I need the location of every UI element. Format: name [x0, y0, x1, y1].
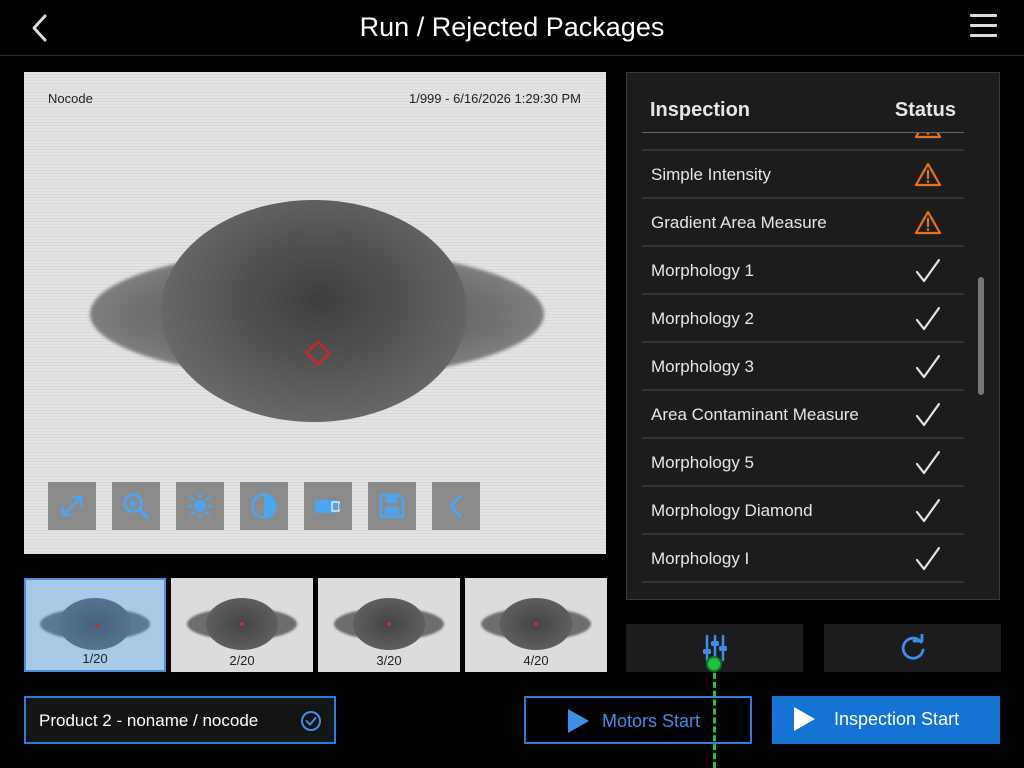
play-icon [794, 707, 815, 731]
inspection-row[interactable]: Morphology Diamond [642, 487, 964, 535]
collapse-icon [449, 494, 462, 518]
inspection-name: Morphology 3 [651, 357, 755, 376]
thumbnail-label: 4/20 [523, 653, 549, 668]
warning-icon [914, 209, 942, 237]
brightness-icon [186, 492, 214, 520]
frame-info-label: 1/999 - 6/16/2026 1:29:30 PM [408, 91, 581, 106]
checkmark-icon [914, 401, 942, 429]
checkmark-icon [914, 305, 942, 333]
thumbnail-2[interactable]: 2/20 [171, 578, 313, 672]
defect-marker [95, 624, 99, 628]
inspection-row[interactable]: Morphology 1 [642, 247, 964, 295]
inspection-column-header: Inspection [650, 99, 751, 121]
pointer-indicator [706, 656, 722, 672]
zoom-in-button[interactable] [112, 482, 160, 530]
inspection-row[interactable]: Gradient [642, 133, 964, 151]
inspection-row[interactable]: Simple Intensity [642, 151, 964, 199]
inspection-start-button[interactable]: Inspection Start [772, 696, 1000, 744]
hamburger-menu-icon [970, 14, 997, 17]
save-icon [379, 493, 405, 519]
inspection-list-content: Gradient Simple Intensity Gradient Area Me… [642, 133, 964, 583]
play-icon [568, 709, 589, 733]
viewer-toolbar [48, 482, 480, 530]
motors-start-button[interactable]: Motors Start [524, 696, 752, 744]
status-column-header: Status [894, 99, 956, 121]
inspection-name: Morphology 2 [651, 309, 755, 328]
thumbnail-3[interactable]: 3/20 [318, 578, 460, 672]
thumbnail-1[interactable]: 1/20 [24, 578, 166, 672]
menu-line [970, 24, 997, 27]
warning-icon [914, 133, 942, 141]
collapse-button[interactable] [432, 482, 480, 530]
thumbnail-4[interactable]: 4/20 [465, 578, 607, 672]
inspection-name: Morphology 5 [651, 453, 755, 472]
check-circle-icon [301, 711, 321, 731]
battery-button[interactable] [304, 482, 352, 530]
page-title: Run / Rejected Packages [359, 12, 665, 42]
menu-line [970, 34, 997, 37]
thumbnail-strip: 1/20 2/20 3/20 4/20 [24, 578, 607, 672]
thumbnail-label: 1/20 [82, 651, 108, 666]
inspection-name: Morphology Diamond [651, 501, 813, 520]
checkmark-icon [914, 257, 942, 285]
checkmark-icon [914, 353, 942, 381]
save-button[interactable] [368, 482, 416, 530]
checkmark-icon [914, 497, 942, 525]
checkmark-icon [914, 545, 942, 573]
expand-icon [61, 495, 83, 517]
inspection-name: Gradient [651, 133, 716, 137]
checkmark-icon [914, 449, 942, 477]
inspection-name: Area Contaminant Measure [651, 405, 859, 424]
contrast-icon [251, 493, 277, 519]
inspection-scrollbar[interactable] [978, 277, 984, 395]
inspection-name: Gradient Area Measure [651, 213, 827, 232]
inspection-row[interactable]: Morphology 5 [642, 439, 964, 487]
defect-marker [387, 622, 391, 626]
inspection-name: Morphology 1 [651, 261, 755, 280]
thumbnail-label: 2/20 [229, 653, 255, 668]
defect-marker [240, 622, 244, 626]
inspection-row[interactable]: Gradient Area Measure [642, 199, 964, 247]
inspection-panel: Inspection Status Gradient Simple Intensi… [626, 72, 1000, 600]
inspection-row[interactable]: Morphology 3 [642, 343, 964, 391]
expand-button[interactable] [48, 482, 96, 530]
package-image-inner [161, 200, 467, 422]
inspection-list[interactable]: Gradient Simple Intensity Gradient Area Me… [642, 133, 964, 589]
motors-start-label: Motors Start [602, 711, 701, 731]
inspection-table-header: Inspection Status [642, 99, 964, 133]
defect-marker [534, 622, 538, 626]
pointer-guide-line [713, 664, 716, 768]
inspection-row[interactable]: Morphology 2 [642, 295, 964, 343]
inspection-name: Simple Intensity [651, 165, 771, 184]
menu-button[interactable] [970, 14, 1000, 42]
inspection-name: Morphology I [651, 549, 750, 568]
contrast-button[interactable] [240, 482, 288, 530]
header-bar: Run / Rejected Packages [0, 0, 1024, 56]
product-selector[interactable]: Product 2 - noname / nocode [24, 696, 336, 744]
battery-icon [315, 500, 341, 513]
brightness-button[interactable] [176, 482, 224, 530]
zoom-in-icon [123, 493, 149, 519]
warning-icon [914, 161, 942, 189]
inspection-start-label: Inspection Start [834, 709, 960, 729]
refresh-button[interactable] [824, 624, 1001, 672]
refresh-icon [901, 634, 924, 660]
thumbnail-label: 3/20 [376, 653, 402, 668]
image-viewer[interactable]: Nocode 1/999 - 6/16/2026 1:29:30 PM [24, 72, 606, 554]
inspection-row[interactable]: Morphology I [642, 535, 964, 583]
product-label: Product 2 - noname / nocode [39, 711, 259, 730]
product-code-label: Nocode [48, 91, 93, 106]
inspection-row[interactable]: Area Contaminant Measure [642, 391, 964, 439]
